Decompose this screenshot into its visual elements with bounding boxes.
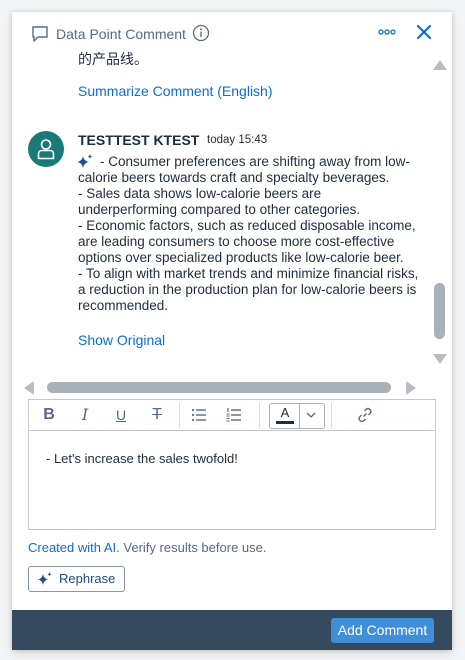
verify-results-text: Verify results before use. xyxy=(123,540,267,555)
comment-author: TESTTEST KTEST xyxy=(78,132,200,148)
editor-content[interactable]: - Let's increase the sales twofold! xyxy=(46,451,238,466)
split-divider xyxy=(299,404,300,428)
summarize-comment-link[interactable]: Summarize Comment (English) xyxy=(78,83,273,99)
rephrase-button[interactable]: Rephrase xyxy=(28,566,125,592)
editor-toolbar: B I U T A xyxy=(28,399,436,431)
comment-line: - To align with market trends and minimi… xyxy=(78,266,419,281)
bullet-list-icon xyxy=(191,408,206,422)
toolbar-divider xyxy=(179,403,180,428)
comment-line: recommended. xyxy=(78,298,169,313)
scroll-right-arrow[interactable] xyxy=(406,381,416,395)
comment-line: - Economic factors, such as reduced disp… xyxy=(78,218,416,233)
comment-icon xyxy=(30,24,50,44)
comment-dialog: Data Point Comment 的产品线。 Summarize Comme… xyxy=(12,12,452,650)
toolbar-divider xyxy=(259,403,260,428)
strikethrough-button[interactable]: T xyxy=(145,404,169,426)
underline-button[interactable]: U xyxy=(109,404,133,426)
comment-editor[interactable]: - Let's increase the sales twofold! xyxy=(28,430,436,530)
comment-body: - Consumer preferences are shifting away… xyxy=(78,154,436,314)
bold-button[interactable]: B xyxy=(37,404,61,426)
scroll-down-arrow[interactable] xyxy=(433,354,447,364)
numbered-list-icon xyxy=(226,408,241,422)
info-icon[interactable] xyxy=(192,24,210,42)
scroll-left-arrow[interactable] xyxy=(24,381,34,395)
italic-button[interactable]: I xyxy=(73,404,97,426)
comment-line: - Sales data shows low-calorie beers are xyxy=(78,186,322,201)
chevron-down-icon[interactable] xyxy=(304,408,318,427)
comment-line: a reduction in the production plan for l… xyxy=(78,282,417,297)
text-color-letter: A xyxy=(280,405,290,420)
scroll-up-arrow[interactable] xyxy=(433,60,447,70)
toolbar-divider xyxy=(331,403,332,428)
more-options-icon[interactable] xyxy=(376,22,398,42)
insert-link-button[interactable] xyxy=(353,404,377,426)
created-with-ai-link[interactable]: Created with AI. xyxy=(28,540,120,555)
rephrase-label: Rephrase xyxy=(59,571,116,586)
numbered-list-button[interactable] xyxy=(222,404,246,426)
bullet-list-button[interactable] xyxy=(187,404,211,426)
show-original-link[interactable]: Show Original xyxy=(78,332,165,348)
comment-line: options over specialized products like l… xyxy=(78,250,404,265)
dialog-title: Data Point Comment xyxy=(56,26,186,42)
ai-sparkle-icon xyxy=(38,572,52,585)
comment-line: underperforming compared to other catego… xyxy=(78,202,361,217)
text-color-button[interactable]: A xyxy=(269,403,325,429)
horizontal-scrollbar-thumb[interactable] xyxy=(47,382,391,393)
avatar xyxy=(28,131,64,167)
text-color-swatch xyxy=(276,421,294,424)
comment-timestamp: today 15:43 xyxy=(207,134,268,146)
close-icon[interactable] xyxy=(413,21,435,43)
previous-comment-text: 的产品线。 xyxy=(78,51,148,67)
person-icon xyxy=(37,139,55,160)
vertical-scrollbar-thumb[interactable] xyxy=(434,283,445,339)
comment-line: are leading consumers to choose more cos… xyxy=(78,234,395,249)
comment-line: - Consumer preferences are shifting away… xyxy=(100,154,410,169)
comment-line: calorie beers towards craft and specialt… xyxy=(78,170,390,185)
dialog-footer: Add Comment xyxy=(12,610,452,650)
ai-disclaimer: Created with AI. Verify results before u… xyxy=(28,540,266,555)
add-comment-button[interactable]: Add Comment xyxy=(331,618,434,643)
link-icon xyxy=(358,407,372,423)
